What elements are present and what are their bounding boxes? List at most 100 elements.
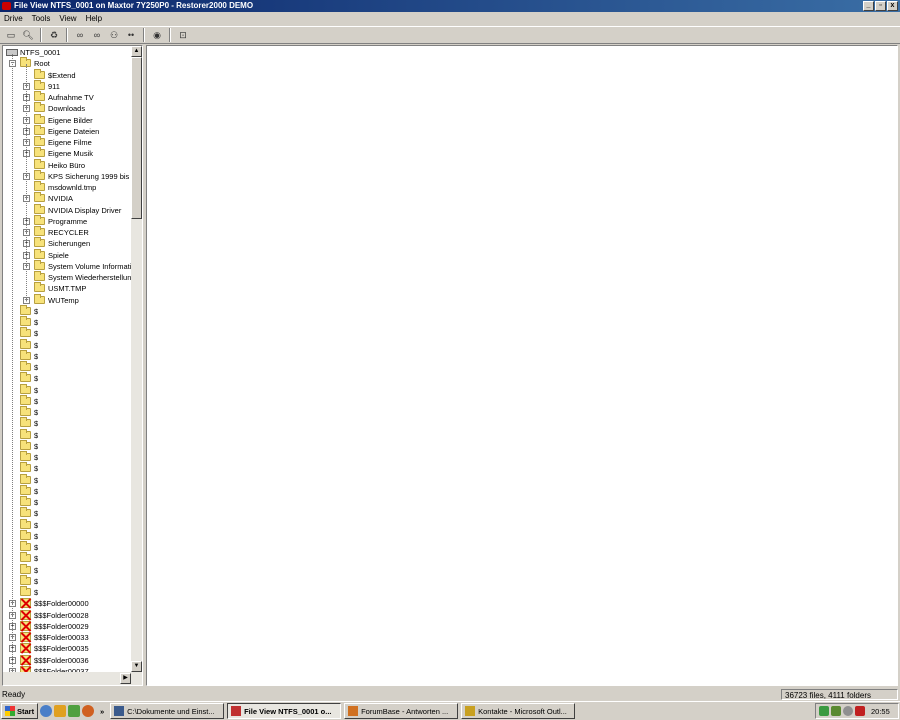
tray-app-icon[interactable]: [843, 706, 853, 716]
tree-folder-item[interactable]: + Spiele: [3, 248, 131, 261]
firefox-icon[interactable]: [82, 705, 95, 717]
file-list-pane[interactable]: [146, 45, 898, 686]
start-button[interactable]: Start: [1, 703, 39, 719]
tree-item-label: $: [34, 351, 39, 361]
folder-tree-pane[interactable]: NTFS_0001− Root $Extend +911 + Aufnahme TV + Do…: [2, 45, 143, 686]
tree-folder-item[interactable]: $: [3, 586, 131, 598]
tree-folder-item[interactable]: + Programme: [3, 214, 131, 227]
tree-folder-item[interactable]: + System Volume Informati: [3, 259, 131, 272]
folder-icon: [20, 304, 31, 315]
tree-folder-item[interactable]: + NVIDIA: [3, 192, 131, 204]
tree-item-label: USMT.TMP: [48, 284, 87, 294]
tree-folder-item[interactable]: + RECYCLER: [3, 226, 131, 238]
tree-lost-folder-item[interactable]: + $$$Folder00033: [3, 632, 131, 643]
clock[interactable]: 20:55: [871, 707, 890, 716]
restore-button[interactable]: ▫: [875, 1, 886, 11]
tree-folder-item[interactable]: +911: [3, 79, 131, 92]
folder-icon: [20, 361, 31, 371]
tree-folder-item[interactable]: System Wiederherstellun: [3, 271, 131, 283]
globe-icon[interactable]: ◉: [150, 29, 164, 42]
folder-up-icon[interactable]: ⊡: [176, 29, 190, 42]
tree-lost-folder-item[interactable]: + $$$Folder00036: [3, 654, 131, 666]
start-label: Start: [17, 706, 35, 716]
menu-tools[interactable]: Tools: [32, 12, 51, 25]
folder-icon: [34, 102, 45, 113]
mask-icon[interactable]: ⚇: [107, 29, 121, 42]
menu-help[interactable]: Help: [86, 12, 102, 25]
tree-item-label: 911: [48, 81, 60, 91]
tree-horizontal-scrollbar[interactable]: ▶: [3, 672, 142, 685]
tree-item-label: $: [34, 396, 39, 406]
tree-folder-item[interactable]: + Downloads: [3, 102, 131, 114]
tree-folder-item[interactable]: USMT.TMP: [3, 282, 131, 294]
menu-drive[interactable]: Drive: [4, 12, 23, 25]
tree-lost-folder-item[interactable]: + $$$Folder00028: [3, 609, 131, 621]
recover-icon[interactable]: ♻︎: [47, 29, 61, 42]
tree-folder-item[interactable]: + Sicherungen: [3, 237, 131, 249]
tree-item-label: $: [34, 453, 39, 462]
close-button[interactable]: x: [887, 1, 898, 11]
folder-icon: [20, 484, 31, 495]
quicklaunch-app-icon[interactable]: [68, 705, 81, 717]
tree-item-label: Eigene Musik: [48, 149, 94, 159]
tree-lost-folder-item[interactable]: + $$$Folder00035: [3, 643, 131, 654]
tree-folder-item[interactable]: + Eigene Musik: [3, 147, 131, 159]
tree-folder-item[interactable]: + KPS Sicherung 1999 bis 2: [3, 169, 131, 182]
taskbar-button-label: File View NTFS_0001 o...: [244, 706, 332, 716]
tray-mail-icon[interactable]: [855, 706, 865, 716]
scroll-thumb[interactable]: [131, 57, 142, 219]
binoculars-icon[interactable]: ∞: [73, 29, 87, 42]
folder-icon: [34, 113, 45, 124]
drive-icon[interactable]: ▭: [4, 29, 18, 42]
tree-folder-item[interactable]: $Extend: [3, 68, 131, 81]
folder-icon: [20, 439, 31, 450]
tree-folder-item[interactable]: msdownld.tmp: [3, 181, 131, 193]
folder-icon: [34, 226, 45, 236]
quicklaunch-overflow[interactable]: »: [96, 707, 108, 716]
taskbar-button-label: C:\Dokumente und Einst...: [127, 706, 215, 716]
tree-item-label: Eigene Filme: [48, 138, 92, 147]
tree-folder-item[interactable]: NVIDIA Display Driver: [3, 203, 131, 216]
find-icon[interactable]: 🔍︎: [21, 29, 35, 42]
taskbar-button[interactable]: Kontakte - Microsoft Outl...: [461, 703, 576, 719]
tree-item-label: $Extend: [48, 70, 76, 80]
tree-lost-folder-item[interactable]: + $$$Folder00000: [3, 598, 131, 609]
find-next-icon[interactable]: ∞: [90, 29, 104, 42]
folder-icon: [20, 349, 31, 360]
tree-root-node[interactable]: − Root: [3, 57, 131, 69]
tree-folder-item[interactable]: + Eigene Dateien: [3, 124, 131, 137]
dots-icon[interactable]: ••: [124, 29, 138, 42]
tree-item-label: $: [34, 531, 39, 541]
tree-vertical-scrollbar[interactable]: ▲ ▼: [131, 46, 142, 672]
tree-item-label: Heiko Büro: [48, 160, 86, 170]
internet-explorer-icon[interactable]: [40, 705, 53, 717]
status-text: Ready: [2, 690, 26, 699]
scroll-up-button[interactable]: ▲: [131, 46, 142, 57]
tree-item-label: $: [34, 363, 39, 372]
taskbar-button[interactable]: File View NTFS_0001 o...: [227, 703, 342, 719]
tree-item-label: KPS Sicherung 1999 bis 2: [48, 171, 131, 181]
tree-folder-item[interactable]: + Eigene Filme: [3, 136, 131, 148]
folder-icon: [34, 158, 45, 169]
tray-app-icon[interactable]: [831, 706, 841, 716]
taskbar-button[interactable]: C:\Dokumente und Einst...: [110, 703, 225, 719]
tree-folder-item[interactable]: Heiko Büro: [3, 158, 131, 171]
quicklaunch-app-icon[interactable]: [54, 705, 67, 717]
tree-folder-item[interactable]: + Aufnahme TV: [3, 91, 131, 103]
tree-folder-item[interactable]: + Eigene Bilder: [3, 113, 131, 126]
task-list: C:\Dokumente und Einst... File View NTFS_…: [110, 703, 576, 719]
scroll-down-button[interactable]: ▼: [131, 661, 142, 672]
tree-item-label: $: [34, 385, 39, 395]
tree-item-label: NVIDIA: [48, 194, 74, 204]
folder-icon: [20, 541, 31, 551]
folder-icon: [34, 181, 45, 191]
folder-icon: [20, 338, 31, 349]
network-tray-icon[interactable]: [819, 706, 829, 716]
taskbar-button[interactable]: ForumBase - Antworten ...: [344, 703, 459, 719]
tree-item-label: $$$Folder00036: [34, 655, 89, 665]
tree-item-label: $$$Folder00028: [34, 610, 89, 620]
minimize-button[interactable]: _: [863, 1, 874, 11]
tree-lost-folder-item[interactable]: + $$$Folder00029: [3, 620, 131, 632]
scroll-right-button[interactable]: ▶: [120, 673, 131, 684]
menu-view[interactable]: View: [59, 12, 76, 25]
